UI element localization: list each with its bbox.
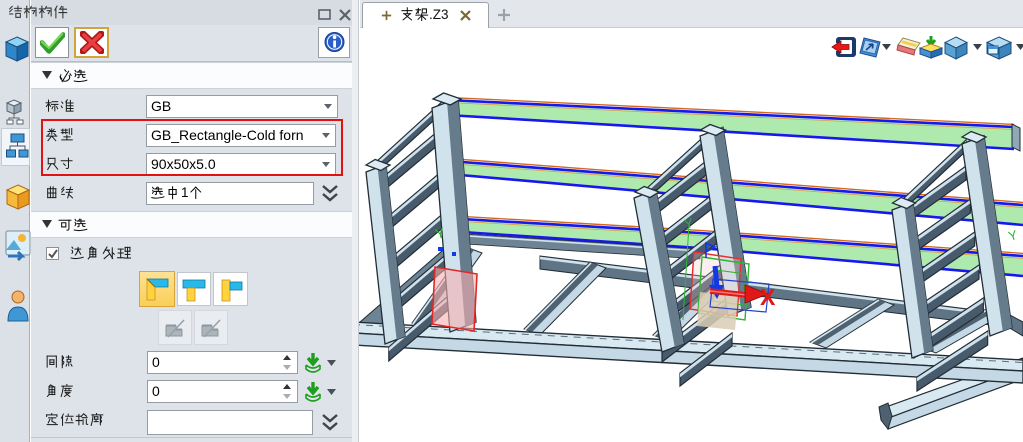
svg-text:Y: Y <box>1007 227 1020 244</box>
svg-text:X: X <box>760 284 776 310</box>
